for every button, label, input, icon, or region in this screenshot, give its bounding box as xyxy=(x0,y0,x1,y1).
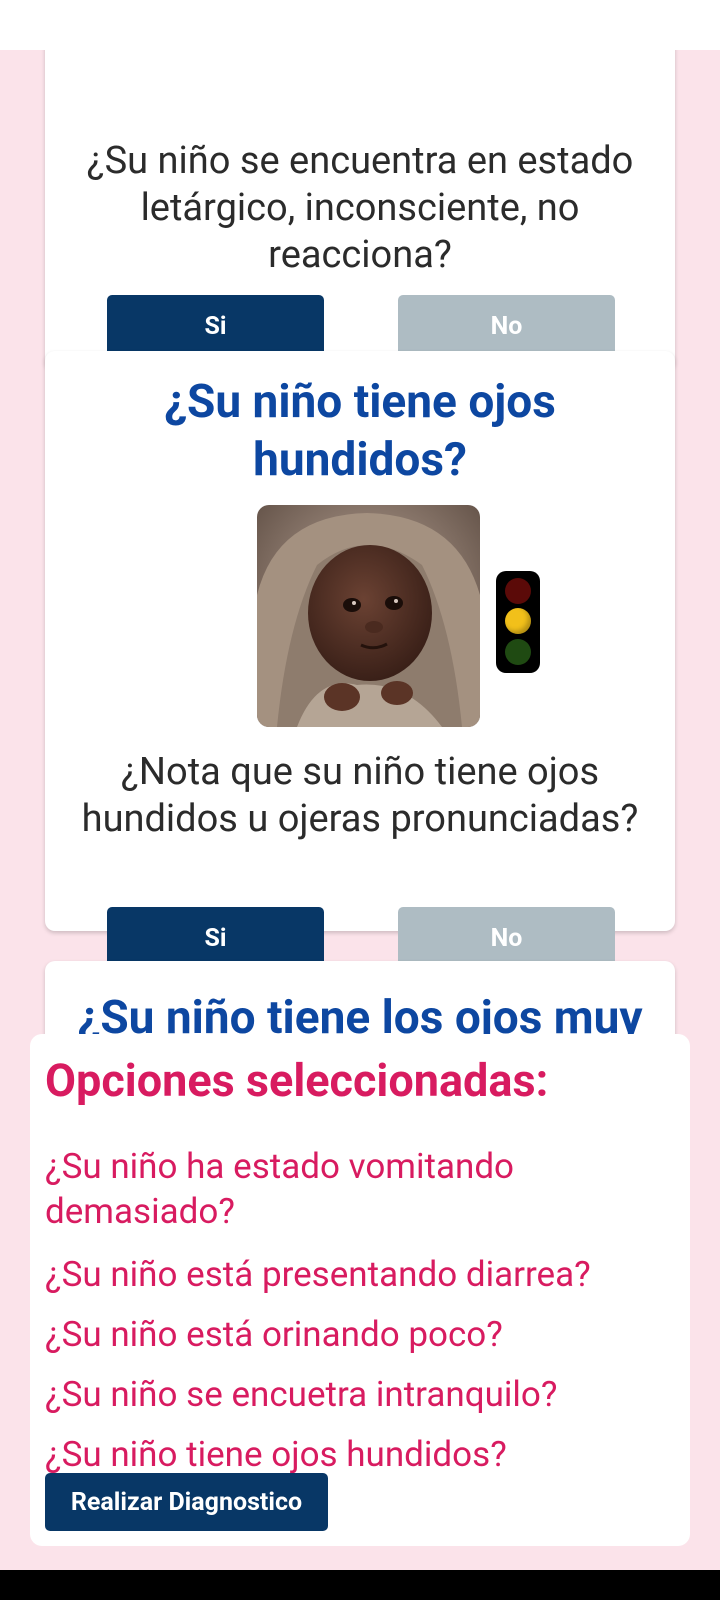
selected-option-item: ¿Su niño ha estado vomitando demasiado? xyxy=(45,1146,515,1232)
no-button[interactable]: No xyxy=(398,907,615,969)
baby-photo xyxy=(257,505,480,727)
yellow-light xyxy=(505,608,531,634)
question-card-lethargic: ¿Su niño se encuentra en estado letárgic… xyxy=(45,50,675,370)
red-light xyxy=(505,578,531,604)
selected-option-item: ¿Su niño se encuetra intranquilo? xyxy=(45,1374,558,1415)
yes-button[interactable]: Si xyxy=(107,907,324,969)
question-text: ¿Nota que su niño tiene ojos hundidos u … xyxy=(81,750,639,841)
question-card-sunken-eyes: ¿Su niño tiene ojos hundidos? ¿Nota que … xyxy=(45,351,675,969)
status-bar xyxy=(0,0,720,50)
navigation-bar xyxy=(0,1570,720,1600)
selected-option-item: ¿Su niño tiene ojos hundidos? xyxy=(45,1434,507,1475)
no-button[interactable]: No xyxy=(398,295,615,357)
card-title: ¿Su niño tiene ojos hundidos? xyxy=(164,375,556,487)
panel-title: Opciones seleccionadas: xyxy=(45,1054,549,1107)
question-text: ¿Su niño se encuentra en estado letárgic… xyxy=(86,139,634,277)
yes-button[interactable]: Si xyxy=(107,295,324,357)
selected-option-item: ¿Su niño está presentando diarrea? xyxy=(45,1254,591,1295)
diagnose-button[interactable]: Realizar Diagnostico xyxy=(45,1473,328,1531)
question-card-very-sunken-eyes: ¿Su niño tiene los ojos muy xyxy=(45,961,675,1036)
selected-options-panel: Opciones seleccionadas: ¿Su niño ha esta… xyxy=(30,1034,690,1546)
green-light xyxy=(505,639,531,665)
traffic-light-icon xyxy=(496,571,540,673)
selected-option-item: ¿Su niño está orinando poco? xyxy=(45,1314,503,1355)
card-title: ¿Su niño tiene los ojos muy xyxy=(77,991,643,1036)
question-list[interactable]: ¿Su niño se encuentra en estado letárgic… xyxy=(0,50,720,1036)
